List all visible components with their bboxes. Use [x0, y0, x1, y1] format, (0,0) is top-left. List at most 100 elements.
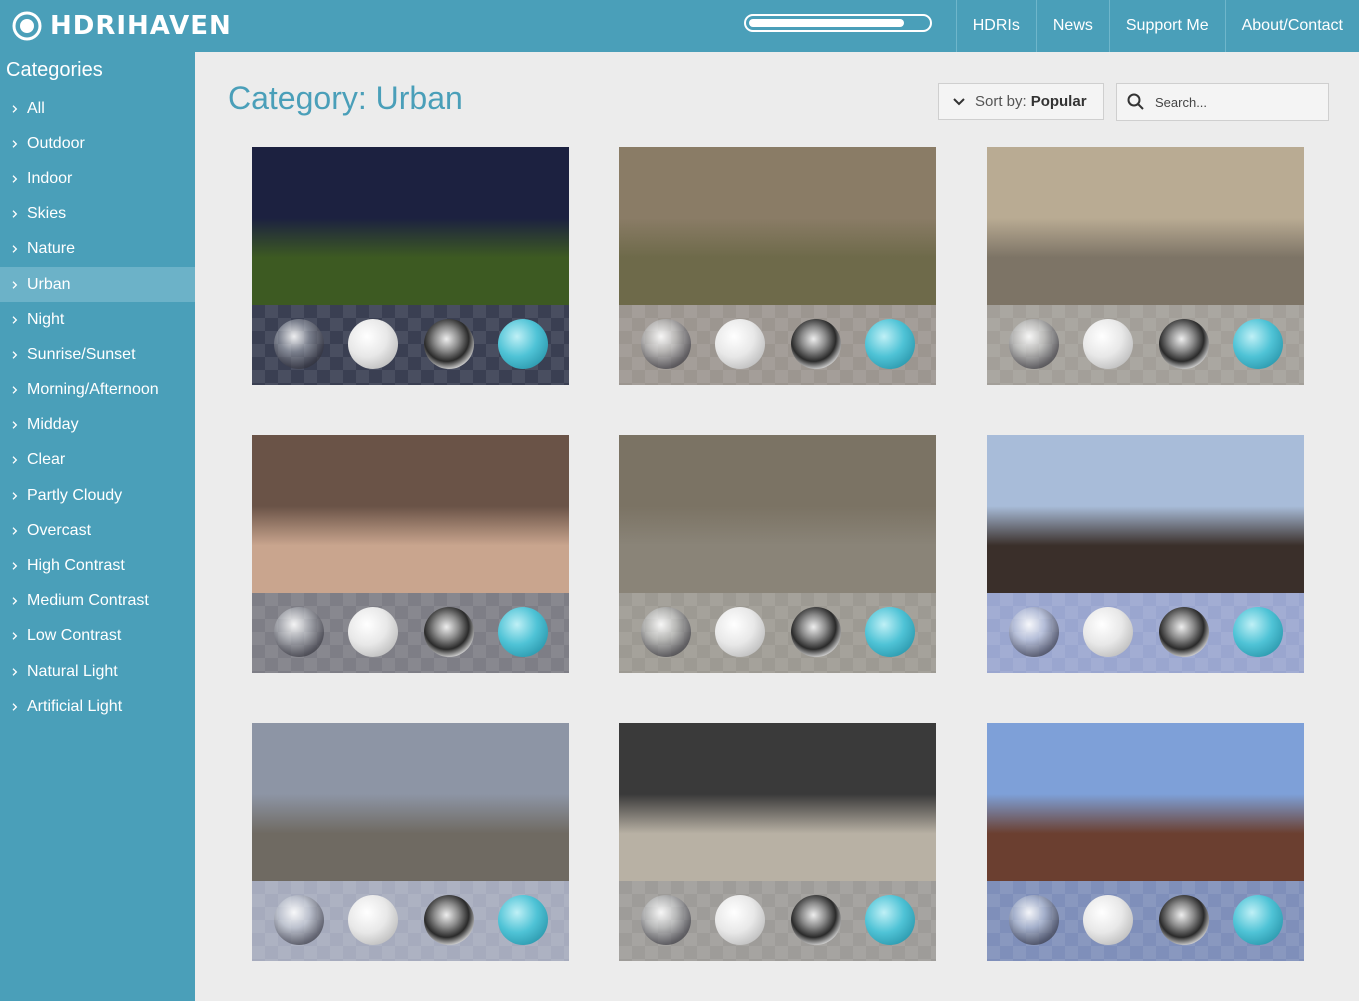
- search-box[interactable]: [1116, 83, 1329, 121]
- sort-label: Sort by:: [975, 93, 1027, 110]
- sidebar-item-label: Overcast: [27, 521, 92, 539]
- hdri-thumbnail[interactable]: [987, 723, 1304, 961]
- sidebar-item-label: Partly Cloudy: [27, 486, 123, 504]
- sphere-preview: [619, 881, 936, 961]
- panorama-preview: [252, 147, 569, 305]
- chevron-right-icon: [12, 280, 18, 289]
- search-icon: [1127, 93, 1144, 110]
- progress-bar: [744, 14, 932, 32]
- search-input[interactable]: [1153, 93, 1317, 111]
- panorama-preview: [252, 723, 569, 881]
- panorama-preview: [619, 435, 936, 593]
- hdri-thumbnail[interactable]: [987, 435, 1304, 673]
- hdri-thumbnail[interactable]: [252, 435, 569, 673]
- hdri-thumbnail[interactable]: [252, 147, 569, 385]
- progress-fill: [749, 19, 904, 27]
- logo-icon: [12, 11, 42, 41]
- hdri-thumbnail[interactable]: [252, 723, 569, 961]
- sort-dropdown[interactable]: Sort by: Popular: [938, 83, 1104, 120]
- glass-sphere: [1009, 607, 1059, 657]
- chrome-sphere: [791, 319, 841, 369]
- glossy-sphere: [1233, 319, 1283, 369]
- glass-sphere: [641, 607, 691, 657]
- nav-about-contact[interactable]: About/Contact: [1224, 0, 1359, 52]
- top-bar: HDRIHAVEN HDRIs News Support Me About/Co…: [0, 0, 1359, 52]
- logo[interactable]: HDRIHAVEN: [12, 8, 232, 44]
- sidebar-item-midday[interactable]: Midday: [0, 408, 195, 443]
- category-list: All Outdoor Indoor Skies Nature Urban Night Sun…: [0, 91, 195, 724]
- chrome-sphere: [424, 319, 474, 369]
- sidebar-item-label: Outdoor: [27, 134, 85, 152]
- sidebar-item-indoor[interactable]: Indoor: [0, 161, 195, 196]
- hdri-thumbnail[interactable]: [987, 147, 1304, 385]
- diffuse-sphere: [715, 607, 765, 657]
- chrome-sphere: [791, 895, 841, 945]
- sidebar-item-label: All: [27, 99, 45, 117]
- sidebar-item-night[interactable]: Night: [0, 302, 195, 337]
- sidebar-item-medium-contrast[interactable]: Medium Contrast: [0, 584, 195, 619]
- hdri-thumbnail[interactable]: [619, 435, 936, 673]
- sidebar-item-label: Urban: [27, 275, 71, 293]
- sidebar-item-label: Sunrise/Sunset: [27, 345, 136, 363]
- sidebar-item-partly-cloudy[interactable]: Partly Cloudy: [0, 478, 195, 513]
- panorama-preview: [619, 147, 936, 305]
- sidebar-item-high-contrast[interactable]: High Contrast: [0, 548, 195, 583]
- glass-sphere: [1009, 895, 1059, 945]
- nav-hdris[interactable]: HDRIs: [955, 0, 1036, 52]
- sidebar-item-label: Artificial Light: [27, 697, 123, 715]
- chevron-right-icon: [12, 632, 18, 641]
- sidebar-item-outdoor[interactable]: Outdoor: [0, 126, 195, 161]
- sidebar-item-urban[interactable]: Urban: [0, 266, 195, 303]
- diffuse-sphere: [348, 895, 398, 945]
- chevron-right-icon: [12, 597, 18, 606]
- sidebar-item-low-contrast[interactable]: Low Contrast: [0, 619, 195, 654]
- panorama-preview: [987, 723, 1304, 881]
- chevron-right-icon: [12, 245, 18, 254]
- sidebar-item-label: Night: [27, 310, 65, 328]
- sidebar-item-all[interactable]: All: [0, 91, 195, 126]
- chevron-right-icon: [12, 527, 18, 535]
- diffuse-sphere: [1083, 319, 1133, 369]
- sidebar-item-natural-light[interactable]: Natural Light: [0, 654, 195, 689]
- chevron-right-icon: [12, 315, 18, 324]
- chevron-right-icon: [12, 210, 18, 218]
- glass-sphere: [1009, 319, 1059, 369]
- diffuse-sphere: [1083, 607, 1133, 657]
- sidebar-item-nature[interactable]: Nature: [0, 232, 195, 267]
- chevron-right-icon: [12, 139, 18, 148]
- sidebar-item-sunrise-sunset[interactable]: Sunrise/Sunset: [0, 337, 195, 372]
- chevron-down-icon: [953, 97, 965, 105]
- glossy-sphere: [498, 607, 548, 657]
- page-title: Category: Urban: [228, 80, 463, 116]
- diffuse-sphere: [715, 319, 765, 369]
- logo-text: HDRIHAVEN: [50, 11, 232, 41]
- chevron-right-icon: [12, 562, 18, 570]
- chrome-sphere: [791, 607, 841, 657]
- glossy-sphere: [498, 895, 548, 945]
- sidebar-item-morning-afternoon[interactable]: Morning/Afternoon: [0, 373, 195, 408]
- sidebar-item-overcast[interactable]: Overcast: [0, 513, 195, 548]
- glossy-sphere: [865, 607, 915, 657]
- nav-support-me[interactable]: Support Me: [1108, 0, 1225, 52]
- sidebar-item-label: Low Contrast: [27, 627, 122, 645]
- glossy-sphere: [1233, 607, 1283, 657]
- sidebar: Categories All Outdoor Indoor Skies Nature Ur…: [0, 52, 195, 1001]
- hdri-thumbnail[interactable]: [619, 147, 936, 385]
- sidebar-item-skies[interactable]: Skies: [0, 197, 195, 232]
- chrome-sphere: [1159, 607, 1209, 657]
- sidebar-item-label: Clear: [27, 451, 66, 469]
- sidebar-item-label: Skies: [27, 205, 67, 223]
- sidebar-item-label: Morning/Afternoon: [27, 381, 159, 399]
- sphere-preview: [619, 305, 936, 385]
- hdri-thumbnail[interactable]: [619, 723, 936, 961]
- sidebar-item-clear[interactable]: Clear: [0, 443, 195, 478]
- panorama-preview: [987, 435, 1304, 593]
- main-nav: HDRIs News Support Me About/Contact: [955, 0, 1359, 52]
- nav-news[interactable]: News: [1035, 0, 1109, 52]
- diffuse-sphere: [715, 895, 765, 945]
- sidebar-item-label: High Contrast: [27, 557, 125, 575]
- chrome-sphere: [1159, 319, 1209, 369]
- sidebar-item-artificial-light[interactable]: Artificial Light: [0, 689, 195, 724]
- diffuse-sphere: [348, 607, 398, 657]
- sphere-preview: [987, 305, 1304, 385]
